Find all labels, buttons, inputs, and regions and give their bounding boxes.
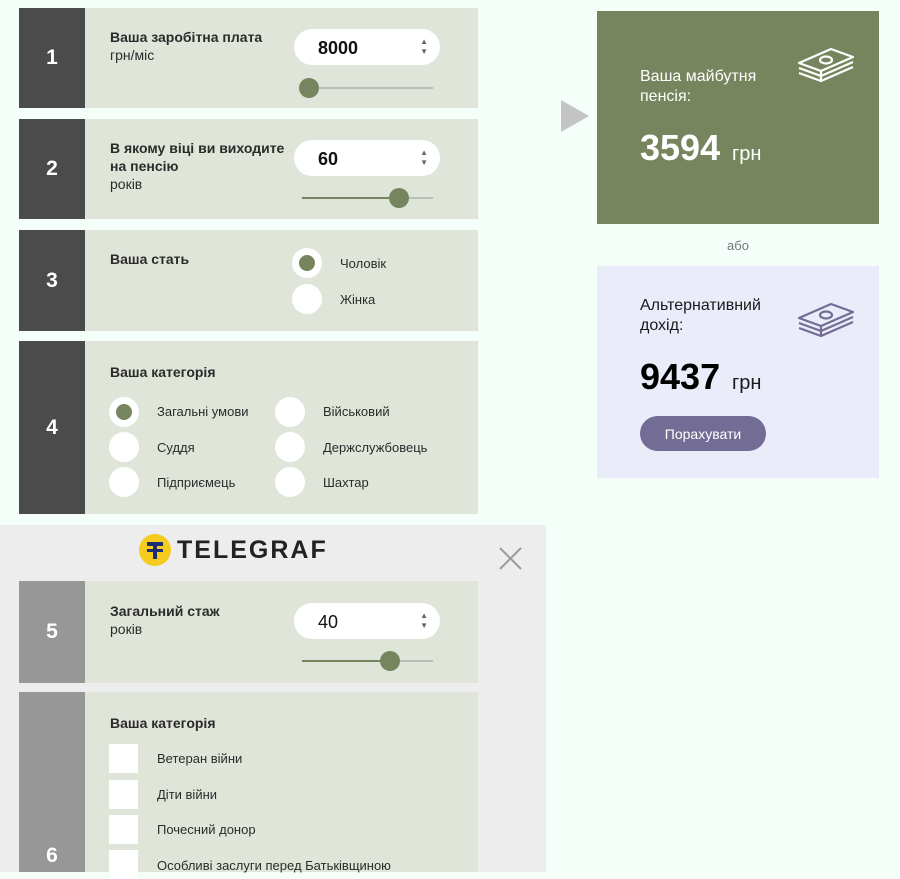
category-civil-servant-radio[interactable] xyxy=(275,432,305,462)
category-title: Ваша категорія xyxy=(110,364,216,380)
calculate-button[interactable]: Порахувати xyxy=(640,416,766,451)
gender-title: Ваша стать xyxy=(110,251,190,267)
step-number: 1 xyxy=(19,8,85,108)
honorary-donor-checkbox[interactable] xyxy=(109,815,138,844)
step-number: 4 xyxy=(19,341,85,514)
category-military-label: Військовий xyxy=(323,404,390,419)
telegraf-logo-text: TELEGRAF xyxy=(177,535,328,564)
work-experience-unit: років xyxy=(110,621,143,637)
alternative-unit: грн xyxy=(732,372,762,394)
telegraf-overlay: TELEGRAF 5 Загальний стаж років 40 ▲ ▼ 6 … xyxy=(0,525,546,879)
step-number: 6 xyxy=(19,692,85,872)
category-general-label: Загальні умови xyxy=(157,404,249,419)
war-children-checkbox[interactable] xyxy=(109,780,138,809)
special-merits-checkbox[interactable] xyxy=(109,850,138,879)
gender-card: 3 Ваша стать Чоловік Жінка xyxy=(19,230,478,331)
work-experience-card: 5 Загальний стаж років 40 ▲ ▼ xyxy=(19,581,478,683)
work-experience-value: 40 xyxy=(318,612,339,632)
category-civil-servant-label: Держслужбовець xyxy=(323,440,428,455)
alternative-amount: 9437 xyxy=(640,356,721,397)
retirement-age-title-1: В якому віці ви виходите xyxy=(110,140,285,156)
salary-slider[interactable] xyxy=(298,78,433,98)
gender-female-radio[interactable] xyxy=(292,284,322,314)
honorary-donor-label: Почесний донор xyxy=(157,822,256,837)
war-veteran-label: Ветеран війни xyxy=(157,751,243,766)
category-entrepreneur-label: Підприємець xyxy=(157,475,236,490)
salary-title: Ваша заробітна плата xyxy=(110,29,263,45)
pension-result-panel: Ваша майбутня пенсія: 3594 грн xyxy=(597,11,879,224)
retirement-age-value: 60 xyxy=(318,149,339,169)
retirement-age-slider[interactable] xyxy=(302,188,433,208)
alternative-income-panel: Альтернативний дохід: 9437 грн Порахуват… xyxy=(597,266,879,478)
salary-card: 1 Ваша заробітна плата грн/міс 8000 ▲ ▼ xyxy=(19,8,478,108)
war-children-label: Діти війни xyxy=(157,787,218,802)
gender-label: Ваша стать xyxy=(110,250,189,268)
category-entrepreneur-radio[interactable] xyxy=(109,467,139,497)
retirement-age-label: В якому віці ви виходите на пенсію років xyxy=(110,139,284,193)
step-number: 3 xyxy=(19,230,85,331)
step-number: 2 xyxy=(19,119,85,219)
spinner-icon[interactable]: ▲ ▼ xyxy=(420,148,428,168)
category-judge-radio[interactable] xyxy=(109,432,139,462)
category-label: Ваша категорія xyxy=(110,363,216,381)
salary-label: Ваша заробітна плата грн/міс xyxy=(110,28,262,64)
pension-title-line1: Ваша майбутня xyxy=(640,68,757,85)
special-category-title: Ваша категорія xyxy=(110,715,216,731)
step-number: 5 xyxy=(19,581,85,683)
alternative-title-line2: дохід: xyxy=(640,317,684,334)
alternative-title: Альтернативний дохід: xyxy=(640,296,761,336)
telegraf-logo-icon xyxy=(139,534,171,566)
work-experience-title: Загальний стаж xyxy=(110,603,220,619)
retirement-age-title-2: на пенсію xyxy=(110,158,179,174)
pension-title-line2: пенсія: xyxy=(640,88,692,105)
pension-title: Ваша майбутня пенсія: xyxy=(640,67,756,107)
play-arrow-icon xyxy=(561,100,589,132)
category-card: 4 Ваша категорія Загальні умови Військов… xyxy=(19,341,478,514)
retirement-age-input[interactable]: 60 ▲ ▼ xyxy=(294,140,440,176)
salary-input[interactable]: 8000 ▲ ▼ xyxy=(294,29,440,65)
pension-unit: грн xyxy=(732,143,762,165)
or-text: або xyxy=(727,238,749,253)
category-judge-label: Суддя xyxy=(157,440,195,455)
work-experience-slider[interactable] xyxy=(302,651,433,671)
work-experience-input[interactable]: 40 ▲ ▼ xyxy=(294,603,440,639)
work-experience-label: Загальний стаж років xyxy=(110,602,220,638)
slider-knob[interactable] xyxy=(379,651,400,671)
salary-unit: грн/міс xyxy=(110,47,155,63)
category-general-radio[interactable] xyxy=(109,397,139,427)
money-stack-icon xyxy=(797,47,855,83)
retirement-age-unit: років xyxy=(110,176,143,192)
category-miner-label: Шахтар xyxy=(323,475,369,490)
special-merits-label: Особливі заслуги перед Батьківщиною xyxy=(157,858,391,873)
category-miner-radio[interactable] xyxy=(275,467,305,497)
close-icon[interactable] xyxy=(499,547,522,570)
pension-amount: 3594 xyxy=(640,127,721,168)
war-veteran-checkbox[interactable] xyxy=(109,744,138,773)
gender-female-label: Жінка xyxy=(340,292,376,307)
special-category-card: 6 Ваша категорія Ветеран війни Діти війн… xyxy=(19,692,478,879)
salary-value: 8000 xyxy=(318,38,359,58)
retirement-age-card: 2 В якому віці ви виходите на пенсію рок… xyxy=(19,119,478,219)
gender-male-label: Чоловік xyxy=(340,256,387,271)
telegraf-logo[interactable]: TELEGRAF xyxy=(139,534,328,566)
alternative-title-line1: Альтернативний xyxy=(640,297,761,314)
slider-knob[interactable] xyxy=(298,78,319,98)
slider-knob[interactable] xyxy=(388,188,409,208)
money-stack-icon xyxy=(797,302,855,338)
category-military-radio[interactable] xyxy=(275,397,305,427)
spinner-icon[interactable]: ▲ ▼ xyxy=(420,611,428,631)
spinner-icon[interactable]: ▲ ▼ xyxy=(420,37,428,57)
gender-male-radio[interactable] xyxy=(292,248,322,278)
special-category-label: Ваша категорія xyxy=(110,714,216,732)
